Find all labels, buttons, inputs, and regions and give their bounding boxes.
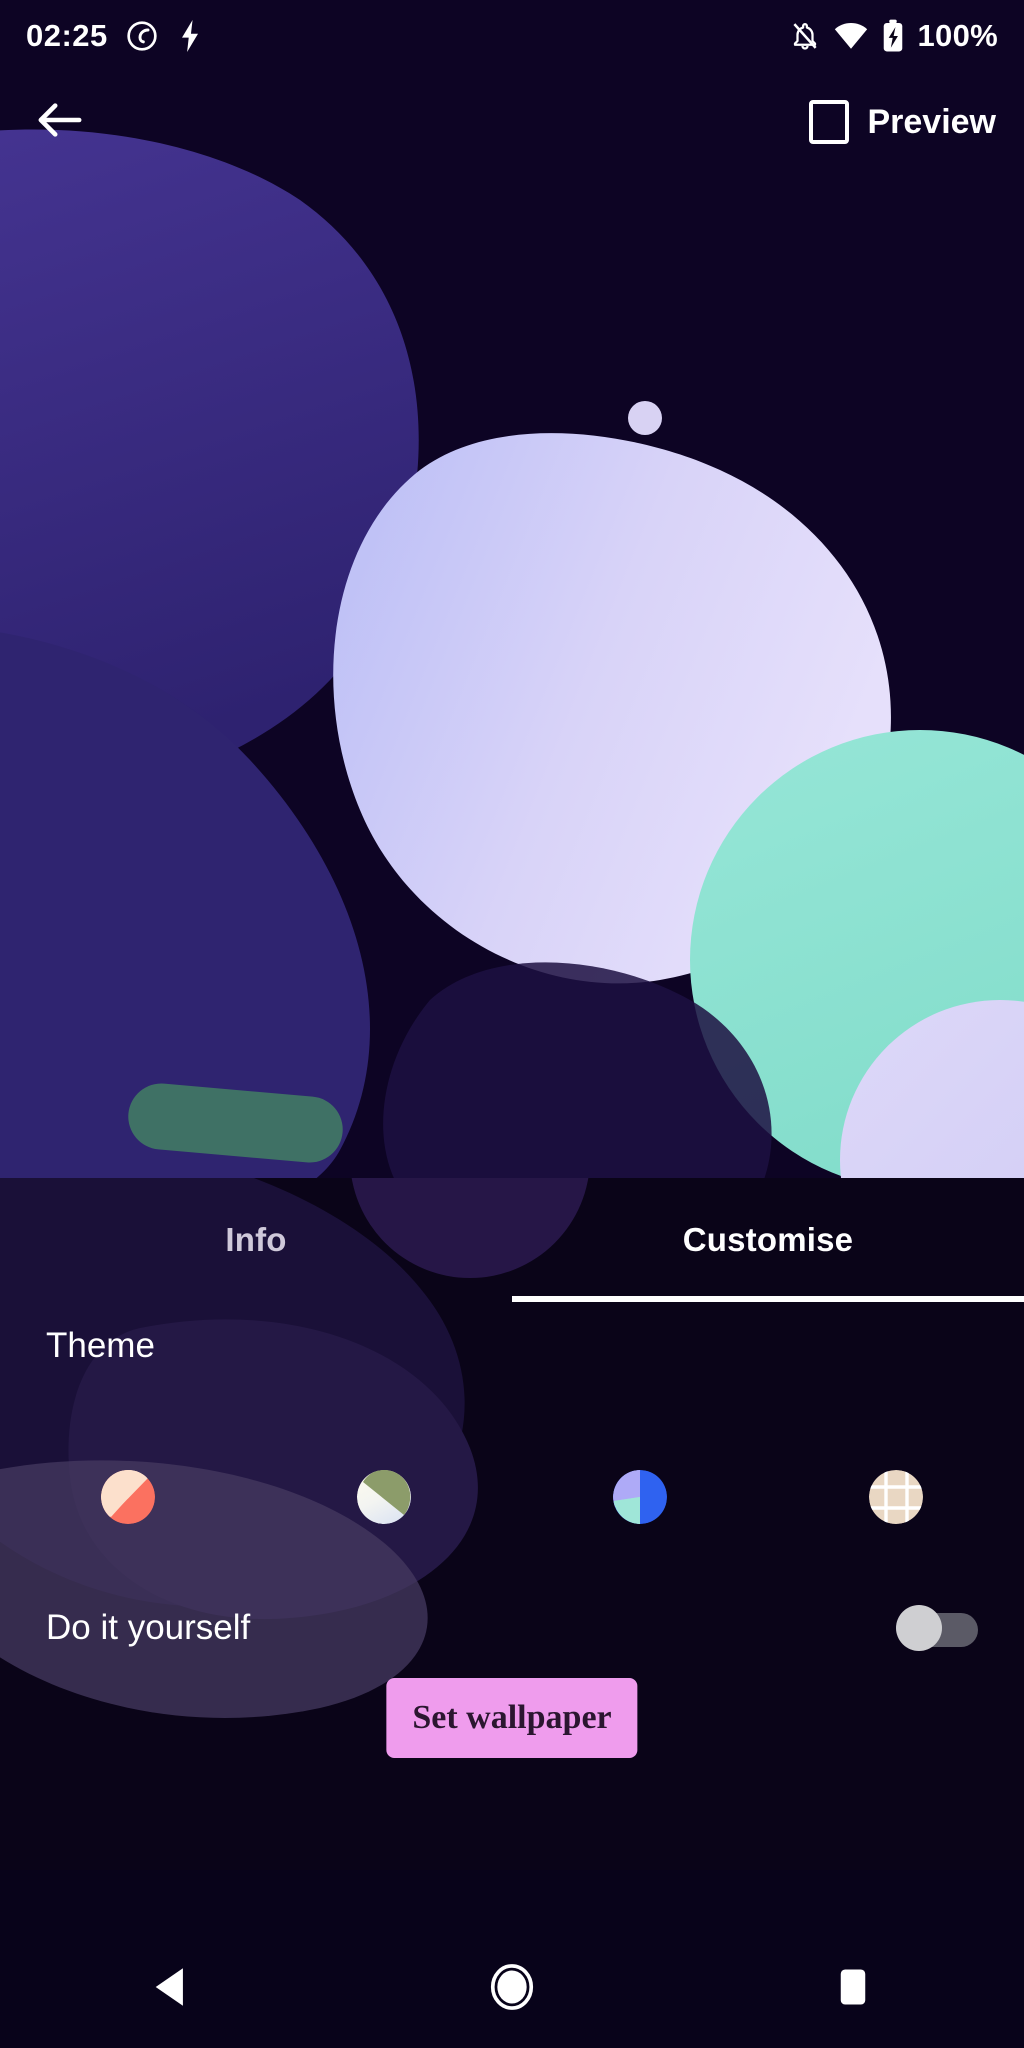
preview-toggle[interactable]: Preview [809, 100, 996, 144]
nav-back-triangle-icon [154, 1966, 188, 2013]
system-navigation-bar [0, 1930, 1024, 2048]
preview-label: Preview [867, 102, 996, 141]
lightning-bolt-icon [176, 20, 204, 52]
swatch-coral-art [101, 1470, 155, 1524]
theme-swatch-list [0, 1442, 1024, 1552]
status-bar: 02:25 100% [0, 0, 1024, 72]
status-time: 02:25 [26, 18, 108, 53]
do-it-yourself-row: Do it yourself [0, 1588, 1024, 1668]
app-screen: 02:25 100% Preview Info Customise Theme … [0, 0, 1024, 2048]
swatch-blue[interactable] [613, 1470, 667, 1524]
arrow-left-icon [37, 100, 83, 145]
wifi-icon [834, 21, 868, 51]
wallpaper-artwork [0, 0, 1024, 1190]
android-auto-icon [126, 20, 158, 52]
top-app-bar: Preview [0, 72, 1024, 172]
battery-percentage: 100% [917, 18, 998, 53]
swatch-grid-beige-art [869, 1470, 923, 1524]
notifications-off-icon [790, 20, 820, 52]
theme-title: Theme [46, 1326, 155, 1365]
back-button[interactable] [28, 90, 92, 154]
phone-outline-icon[interactable] [809, 100, 850, 144]
tab-customise[interactable]: Customise [512, 1178, 1024, 1302]
nav-back-button[interactable] [0, 1930, 341, 2048]
tab-bar: Info Customise [0, 1178, 1024, 1302]
theme-swatch-cell [0, 1470, 256, 1524]
tab-info-label: Info [225, 1221, 287, 1258]
swatch-olive[interactable] [357, 1470, 411, 1524]
tab-info[interactable]: Info [0, 1178, 512, 1302]
tab-customise-label: Customise [682, 1221, 854, 1258]
customise-sheet: Info Customise Theme Do it yourself Set … [0, 1080, 1024, 1870]
tab-active-indicator [512, 1296, 1024, 1302]
nav-home-button[interactable] [341, 1930, 682, 2048]
status-bar-left: 02:25 [26, 18, 204, 54]
nav-recents-button[interactable] [683, 1930, 1024, 2048]
swatch-blue-art [613, 1470, 667, 1524]
theme-swatch-cell [512, 1470, 768, 1524]
nav-home-circle-icon [490, 1963, 534, 2016]
wallpaper-preview[interactable] [0, 0, 1024, 1190]
status-bar-right: 100% [790, 18, 999, 54]
set-wallpaper-button[interactable]: Set wallpaper [386, 1678, 638, 1758]
do-it-yourself-toggle[interactable] [896, 1605, 978, 1651]
nav-recents-square-icon [837, 1966, 869, 2013]
swatch-coral[interactable] [101, 1470, 155, 1524]
theme-swatch-cell [256, 1470, 512, 1524]
battery-charging-icon [882, 19, 904, 53]
do-it-yourself-label: Do it yourself [46, 1608, 251, 1647]
swatch-grid-beige[interactable] [869, 1470, 923, 1524]
toggle-thumb [896, 1605, 942, 1651]
swatch-olive-art [357, 1470, 411, 1524]
theme-swatch-cell [768, 1470, 1024, 1524]
